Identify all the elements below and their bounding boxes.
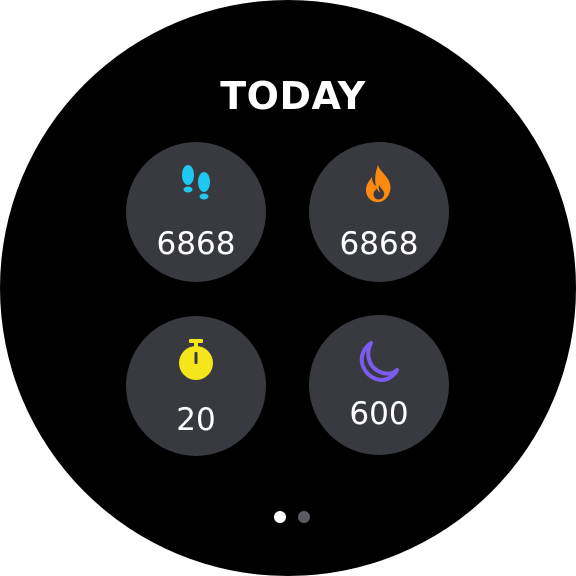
flame-icon [366, 165, 391, 203]
timer-tile[interactable]: 20 [126, 316, 266, 456]
stopwatch-icon [179, 339, 213, 380]
sleep-value: 600 [349, 396, 409, 432]
calories-tile[interactable]: 6868 [309, 142, 449, 282]
page-dot-inactive[interactable] [298, 511, 310, 523]
moon-icon [359, 341, 399, 382]
page-indicator [274, 511, 314, 523]
footsteps-icon [182, 165, 210, 200]
steps-tile[interactable]: 6868 [126, 142, 266, 282]
watch-face: TODAY 6868 6868 20 600 [0, 0, 576, 576]
page-dot-active[interactable] [274, 511, 286, 523]
sleep-tile[interactable]: 600 [309, 315, 449, 455]
page-title: TODAY [220, 74, 366, 118]
timer-value: 20 [176, 402, 216, 438]
calories-value: 6868 [339, 226, 419, 262]
steps-value: 6868 [156, 226, 236, 262]
